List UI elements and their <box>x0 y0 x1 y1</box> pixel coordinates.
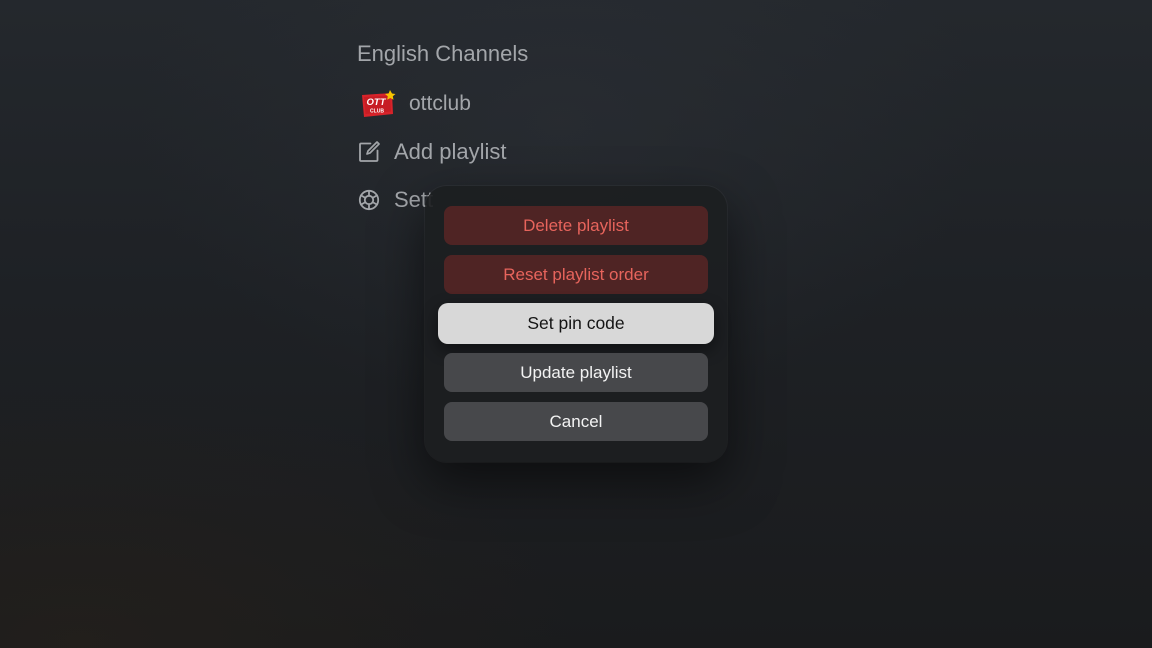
add-playlist-label: Add playlist <box>394 139 507 164</box>
playlist-item-label: ottclub <box>409 92 471 115</box>
edit-square-icon <box>357 140 381 164</box>
settings-item[interactable]: Sett <box>357 182 433 218</box>
set-pin-code-button[interactable]: Set pin code <box>438 303 714 344</box>
cancel-button[interactable]: Cancel <box>444 402 708 441</box>
reset-playlist-order-button[interactable]: Reset playlist order <box>444 255 708 294</box>
ottclub-logo-text-top: OTT <box>367 97 387 108</box>
ottclub-logo-text-bottom: CLUB <box>370 109 384 115</box>
update-playlist-button[interactable]: Update playlist <box>444 353 708 392</box>
playlist-item-ottclub[interactable]: OTT CLUB ottclub <box>357 86 471 122</box>
playlist-action-sheet: Delete playlist Reset playlist order Set… <box>425 186 727 462</box>
delete-playlist-button[interactable]: Delete playlist <box>444 206 708 245</box>
add-playlist-item[interactable]: Add playlist <box>357 134 507 170</box>
gear-icon <box>357 188 381 212</box>
section-heading: English Channels <box>357 41 529 66</box>
ottclub-logo: OTT CLUB <box>359 89 397 119</box>
